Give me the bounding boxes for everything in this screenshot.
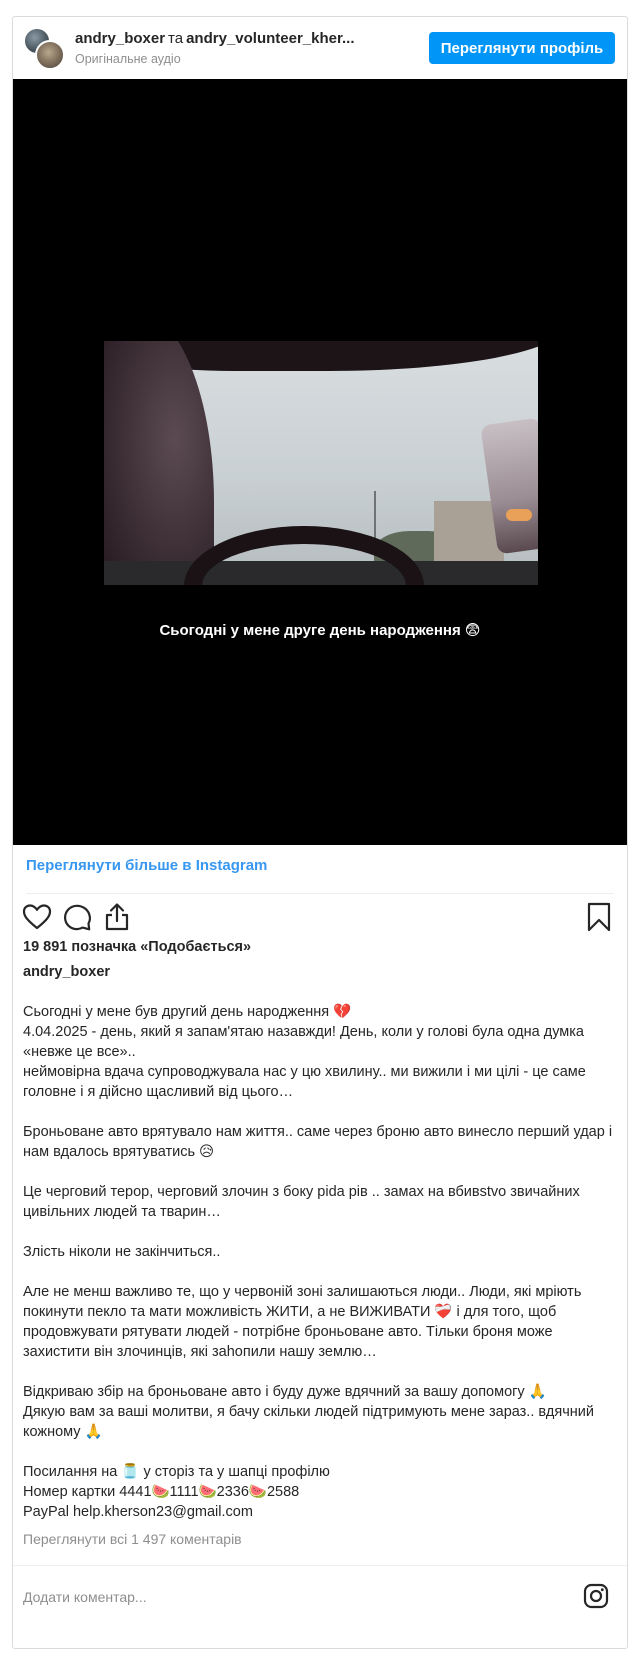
- view-all-comments-link[interactable]: Переглянути всі 1 497 коментарів: [23, 1531, 242, 1547]
- add-comment-input[interactable]: Додати коментар...: [23, 1589, 147, 1605]
- caption-line: Номер картки 4441🍉1111🍉2336🍉2588: [23, 1484, 300, 1500]
- instagram-embed-card: andry_boxer та andry_volunteer_kher... Ори…: [12, 16, 628, 1649]
- video-media[interactable]: Сьогодні у мене друге день народження 😨: [13, 79, 627, 845]
- username-1[interactable]: andry_boxer: [75, 30, 165, 47]
- avatar-group[interactable]: [23, 27, 65, 70]
- caption-line: PayPal help.kherson23@gmail.com: [23, 1504, 253, 1520]
- heart-icon[interactable]: [21, 901, 53, 933]
- video-frame: [104, 341, 538, 585]
- caption-line: Але не менш важливо те, що у червоній зо…: [23, 1284, 582, 1360]
- share-icon[interactable]: [101, 901, 133, 933]
- divider: [13, 1565, 627, 1566]
- caption-line: Дякую вам за ваші молитви, я бачу скільк…: [23, 1404, 595, 1440]
- like-count[interactable]: 19 891 позначка «Подобається»: [23, 939, 251, 955]
- audio-label[interactable]: Оригінальне аудіо: [75, 52, 181, 66]
- comment-icon[interactable]: [61, 901, 93, 933]
- caption-line: Відкриваю збір на броньоване авто і буду…: [23, 1384, 547, 1400]
- caption-line: неймовірна вдача супроводжувала нас у цю…: [23, 1064, 586, 1100]
- divider: [26, 893, 614, 894]
- view-profile-button[interactable]: Переглянути профіль: [429, 32, 615, 64]
- avatar-andry-volunteer[interactable]: [35, 40, 65, 70]
- collab-usernames: andry_boxer та andry_volunteer_kher...: [75, 30, 355, 47]
- caption-line: Злість ніколи не закінчиться..: [23, 1244, 221, 1260]
- caption-line: Сьогодні у мене був другий день народжен…: [23, 1004, 352, 1020]
- caption-line: Посилання на 🫙 у сторіз та у шапці профі…: [23, 1464, 330, 1480]
- caption-author[interactable]: andry_boxer: [23, 964, 110, 980]
- caption-line: Це черговий терор, черговий злочин з бок…: [23, 1184, 580, 1220]
- car-pillar: [104, 341, 214, 585]
- post-caption: Сьогодні у мене був другий день народжен…: [23, 1002, 615, 1522]
- username-2[interactable]: andry_volunteer_kher...: [186, 30, 354, 47]
- view-more-link[interactable]: Переглянути більше в Instagram: [26, 857, 267, 874]
- caption-line: 4.04.2025 - день, який я запам'ятаю наза…: [23, 1024, 584, 1060]
- phone-light: [506, 509, 532, 521]
- instagram-icon[interactable]: [583, 1583, 609, 1609]
- video-caption: Сьогодні у мене друге день народження 😨: [159, 622, 481, 639]
- username-separator: та: [168, 30, 184, 47]
- caption-line: Броньоване авто врятувало нам життя.. са…: [23, 1124, 613, 1160]
- bookmark-icon[interactable]: [585, 901, 613, 933]
- post-header: andry_boxer та andry_volunteer_kher... Ори…: [13, 17, 627, 79]
